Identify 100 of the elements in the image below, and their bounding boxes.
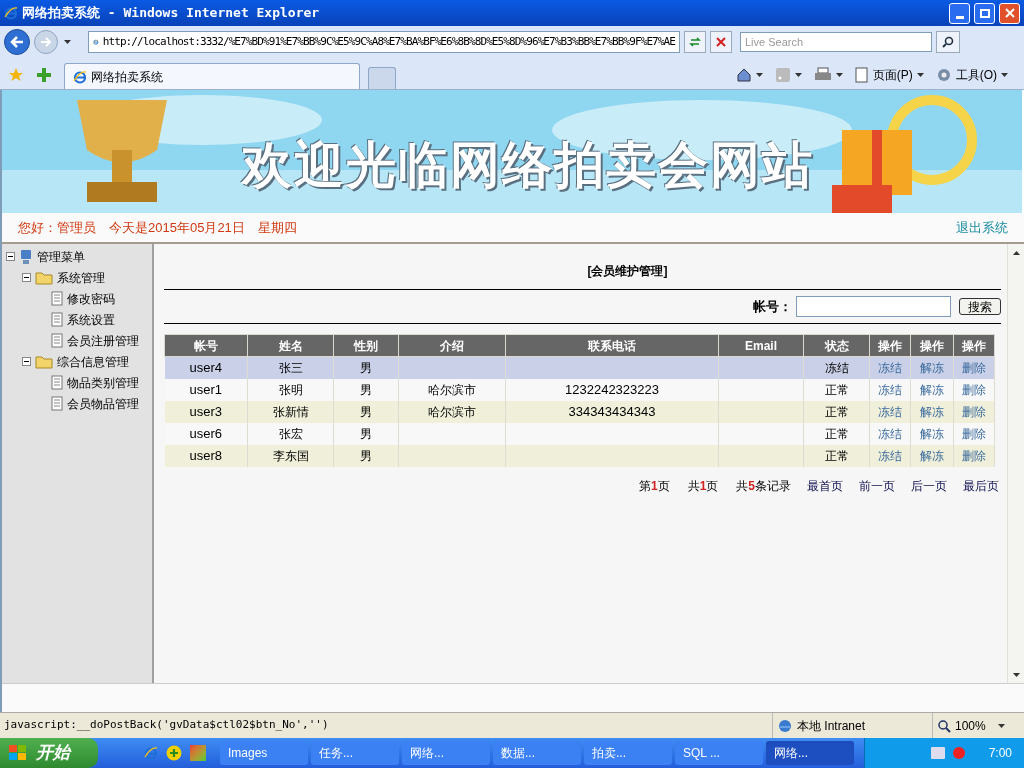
minimize-button[interactable] bbox=[949, 2, 970, 24]
search-label: 帐号： bbox=[753, 297, 792, 316]
pager-link[interactable]: 后一页 bbox=[911, 476, 947, 495]
action-link[interactable]: 解冻 bbox=[920, 382, 944, 397]
table-cell: 李东国 bbox=[272, 448, 309, 463]
action-link[interactable]: 删除 bbox=[962, 404, 986, 419]
action-link[interactable]: 冻结 bbox=[878, 360, 902, 375]
tree-item[interactable]: 系统设置 bbox=[67, 310, 115, 329]
clock-text: 7:00 bbox=[988, 745, 1012, 762]
tree-item[interactable]: 会员物品管理 bbox=[67, 394, 139, 413]
stop-button[interactable] bbox=[710, 31, 732, 53]
table-cell: 张宏 bbox=[278, 426, 303, 441]
table-row[interactable]: user3 张新情 男 哈尔滨市 334343434343 正常 冻结 解冻 删除 bbox=[164, 400, 995, 423]
action-link[interactable]: 解冻 bbox=[920, 360, 944, 375]
table-cell: user8 bbox=[189, 447, 222, 463]
pager-link[interactable]: 最后页 bbox=[963, 476, 999, 495]
pager-link[interactable]: 前一页 bbox=[859, 476, 895, 495]
action-link[interactable]: 冻结 bbox=[878, 448, 902, 463]
caret-icon[interactable] bbox=[997, 723, 1005, 728]
browser-icon[interactable] bbox=[144, 746, 158, 760]
taskbar-button[interactable]: SQL ... bbox=[675, 741, 763, 765]
table-cell: 张新情 bbox=[272, 404, 309, 419]
table-row[interactable]: user1 张明 男 哈尔滨市 1232242323223 正常 冻结 解冻 删除 bbox=[164, 378, 995, 401]
tree-item[interactable]: 物品类别管理 bbox=[67, 373, 139, 392]
logout-link[interactable]: 退出系统 bbox=[956, 217, 1008, 238]
search-field[interactable]: Live Search bbox=[740, 32, 932, 52]
star-icon[interactable] bbox=[8, 67, 24, 83]
column-header: 联系电话 bbox=[505, 334, 719, 357]
page-count: 第1页 bbox=[638, 477, 670, 495]
refresh-icon bbox=[689, 36, 701, 48]
caret-icon[interactable] bbox=[1012, 250, 1020, 255]
toolbar-menu-button[interactable]: 工具(O) bbox=[935, 66, 1008, 84]
refresh-button[interactable] bbox=[684, 31, 706, 53]
greeting-text: 您好：管理员 今天是2015年05月21日 星期四 bbox=[18, 218, 297, 237]
table-row[interactable]: user8 李东国 男 正常 冻结 解冻 删除 bbox=[164, 444, 995, 467]
action-link[interactable]: 冻结 bbox=[878, 404, 902, 419]
caret-icon[interactable] bbox=[1012, 672, 1020, 677]
table-cell: 哈尔滨市 bbox=[428, 382, 476, 397]
table-row[interactable]: user4 张三 男 冻结 冻结 解冻 删除 bbox=[164, 356, 995, 379]
browser-tab[interactable]: 网络拍卖系统 bbox=[64, 63, 360, 89]
caret-icon[interactable] bbox=[835, 73, 843, 77]
action-link[interactable]: 冻结 bbox=[878, 426, 902, 441]
tree-item[interactable]: 综合信息管理 bbox=[57, 352, 129, 371]
search-button[interactable]: 搜索 bbox=[959, 298, 1001, 315]
table-row[interactable]: user6 张宏 男 正常 冻结 解冻 删除 bbox=[164, 422, 995, 445]
action-link[interactable]: 冻结 bbox=[878, 382, 902, 397]
table-cell: 334343434343 bbox=[568, 403, 656, 419]
zoom-text[interactable]: 100% bbox=[955, 716, 986, 735]
taskbar-button[interactable]: 网络... bbox=[402, 741, 490, 765]
collapse-toggle[interactable] bbox=[22, 357, 31, 366]
collapse-toggle[interactable] bbox=[6, 252, 15, 261]
taskbar-button[interactable]: 拍卖... bbox=[584, 741, 672, 765]
plus-icon[interactable] bbox=[166, 745, 182, 761]
taskbar-button[interactable]: 网络... bbox=[766, 741, 854, 765]
caret-icon bbox=[916, 73, 924, 77]
maximize-button[interactable] bbox=[974, 2, 995, 24]
taskbar-button[interactable]: Images bbox=[220, 741, 308, 765]
search-button[interactable] bbox=[936, 31, 960, 53]
action-link[interactable]: 删除 bbox=[962, 360, 986, 375]
tree-item[interactable]: 修改密码 bbox=[67, 289, 115, 308]
windows-logo-icon bbox=[8, 744, 28, 762]
tree-item[interactable]: 系统管理 bbox=[57, 268, 105, 287]
back-button[interactable] bbox=[4, 29, 30, 55]
tree-item[interactable]: 管理菜单 bbox=[37, 247, 85, 266]
table-cell: 冻结 bbox=[824, 360, 849, 375]
caret-icon[interactable] bbox=[63, 40, 71, 44]
toolbar-menu-button[interactable]: 页面(P) bbox=[854, 66, 924, 84]
zone-text: 本地 Intranet bbox=[797, 717, 866, 735]
table-cell: user6 bbox=[189, 425, 222, 441]
close-button[interactable] bbox=[999, 2, 1020, 24]
vertical-scrollbar[interactable] bbox=[1007, 244, 1024, 683]
action-link[interactable]: 解冻 bbox=[920, 448, 944, 463]
tree-item[interactable]: 会员注册管理 bbox=[67, 331, 139, 350]
caret-icon[interactable] bbox=[755, 73, 763, 77]
add-favorite-icon[interactable] bbox=[36, 67, 52, 83]
caret-icon[interactable] bbox=[794, 73, 802, 77]
address-field[interactable]: http://localhost:3332/%E7%BD%91%E7%BB%9C%E5%9C%A8%E7%BA%BF%E6%8B%8D%E5%8D%96%E7%B3%BB%E7%BB%9F%E7%AE bbox=[88, 31, 680, 53]
document-icon bbox=[51, 375, 63, 390]
taskbar-button[interactable]: 任务... bbox=[311, 741, 399, 765]
window-title: 网络拍卖系统 - Windows Internet Explorer bbox=[22, 4, 321, 23]
computer-icon bbox=[19, 248, 33, 265]
home-icon[interactable] bbox=[735, 67, 752, 83]
table-cell: 张三 bbox=[278, 360, 303, 375]
action-link[interactable]: 删除 bbox=[962, 448, 986, 463]
action-link[interactable]: 解冻 bbox=[920, 426, 944, 441]
collapse-toggle[interactable] bbox=[22, 273, 31, 282]
action-link[interactable]: 解冻 bbox=[920, 404, 944, 419]
table-cell: 正常 bbox=[824, 426, 849, 441]
pager-link[interactable]: 最首页 bbox=[807, 476, 843, 495]
action-link[interactable]: 删除 bbox=[962, 382, 986, 397]
search-icon bbox=[942, 36, 954, 48]
taskbar-button[interactable]: 数据... bbox=[493, 741, 581, 765]
account-input[interactable] bbox=[796, 296, 951, 317]
document-icon bbox=[51, 396, 63, 411]
document-icon bbox=[51, 291, 63, 306]
page-count: 共5条记录 bbox=[736, 477, 791, 495]
banner-title: 欢迎光临网络拍卖会网站 bbox=[242, 137, 814, 193]
action-link[interactable]: 删除 bbox=[962, 426, 986, 441]
column-header: 介绍 bbox=[398, 334, 506, 357]
table-cell: 男 bbox=[360, 382, 372, 397]
